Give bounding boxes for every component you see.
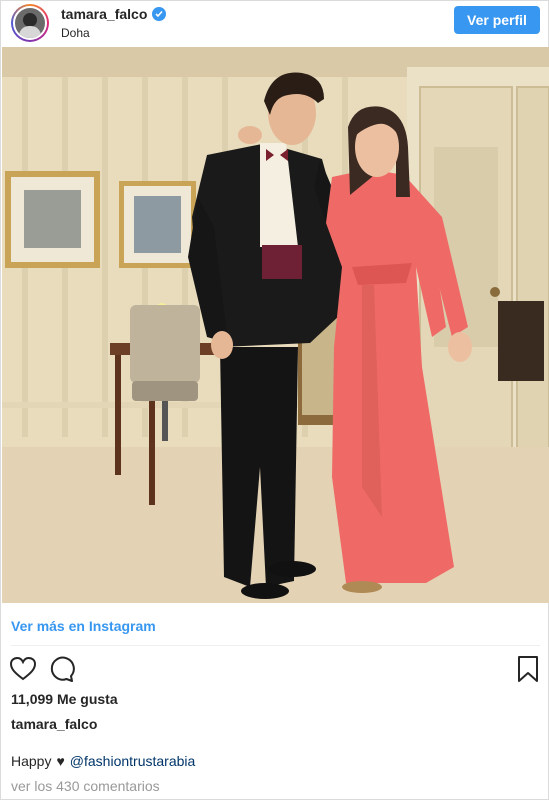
post-photo[interactable] [2, 47, 549, 603]
action-bar [9, 655, 542, 685]
caption-mention-link[interactable]: @fashiontrustarabia [70, 753, 196, 769]
username-link[interactable]: tamara_falco [61, 6, 147, 22]
caption-heart-glyph: ♥ [56, 753, 65, 769]
instagram-embed-card: tamara_falco Doha Ver perfil Ver más en … [0, 0, 549, 800]
avatar[interactable] [11, 4, 49, 42]
owner-username-link[interactable]: tamara_falco [11, 716, 97, 732]
verified-badge-icon [152, 7, 167, 21]
caption-text: Happy [11, 753, 52, 769]
caption: Happy ♥ @fashiontrustarabia [11, 753, 195, 769]
location-link[interactable]: Doha [61, 26, 166, 40]
likes-count[interactable]: 11,099 Me gusta [11, 691, 118, 707]
avatar-image [13, 6, 47, 40]
view-more-link[interactable]: Ver más en Instagram [11, 618, 156, 634]
comment-icon[interactable] [47, 655, 75, 688]
heart-icon[interactable] [9, 655, 37, 688]
view-profile-button[interactable]: Ver perfil [454, 6, 540, 34]
view-comments-link[interactable]: ver los 430 comentarios [11, 778, 160, 794]
username-row: tamara_falco [61, 6, 167, 22]
bookmark-icon[interactable] [516, 655, 540, 688]
post-header: tamara_falco Doha Ver perfil [1, 1, 548, 47]
user-block: tamara_falco Doha [61, 6, 167, 40]
divider [11, 645, 540, 646]
photo-illustration [2, 47, 549, 603]
